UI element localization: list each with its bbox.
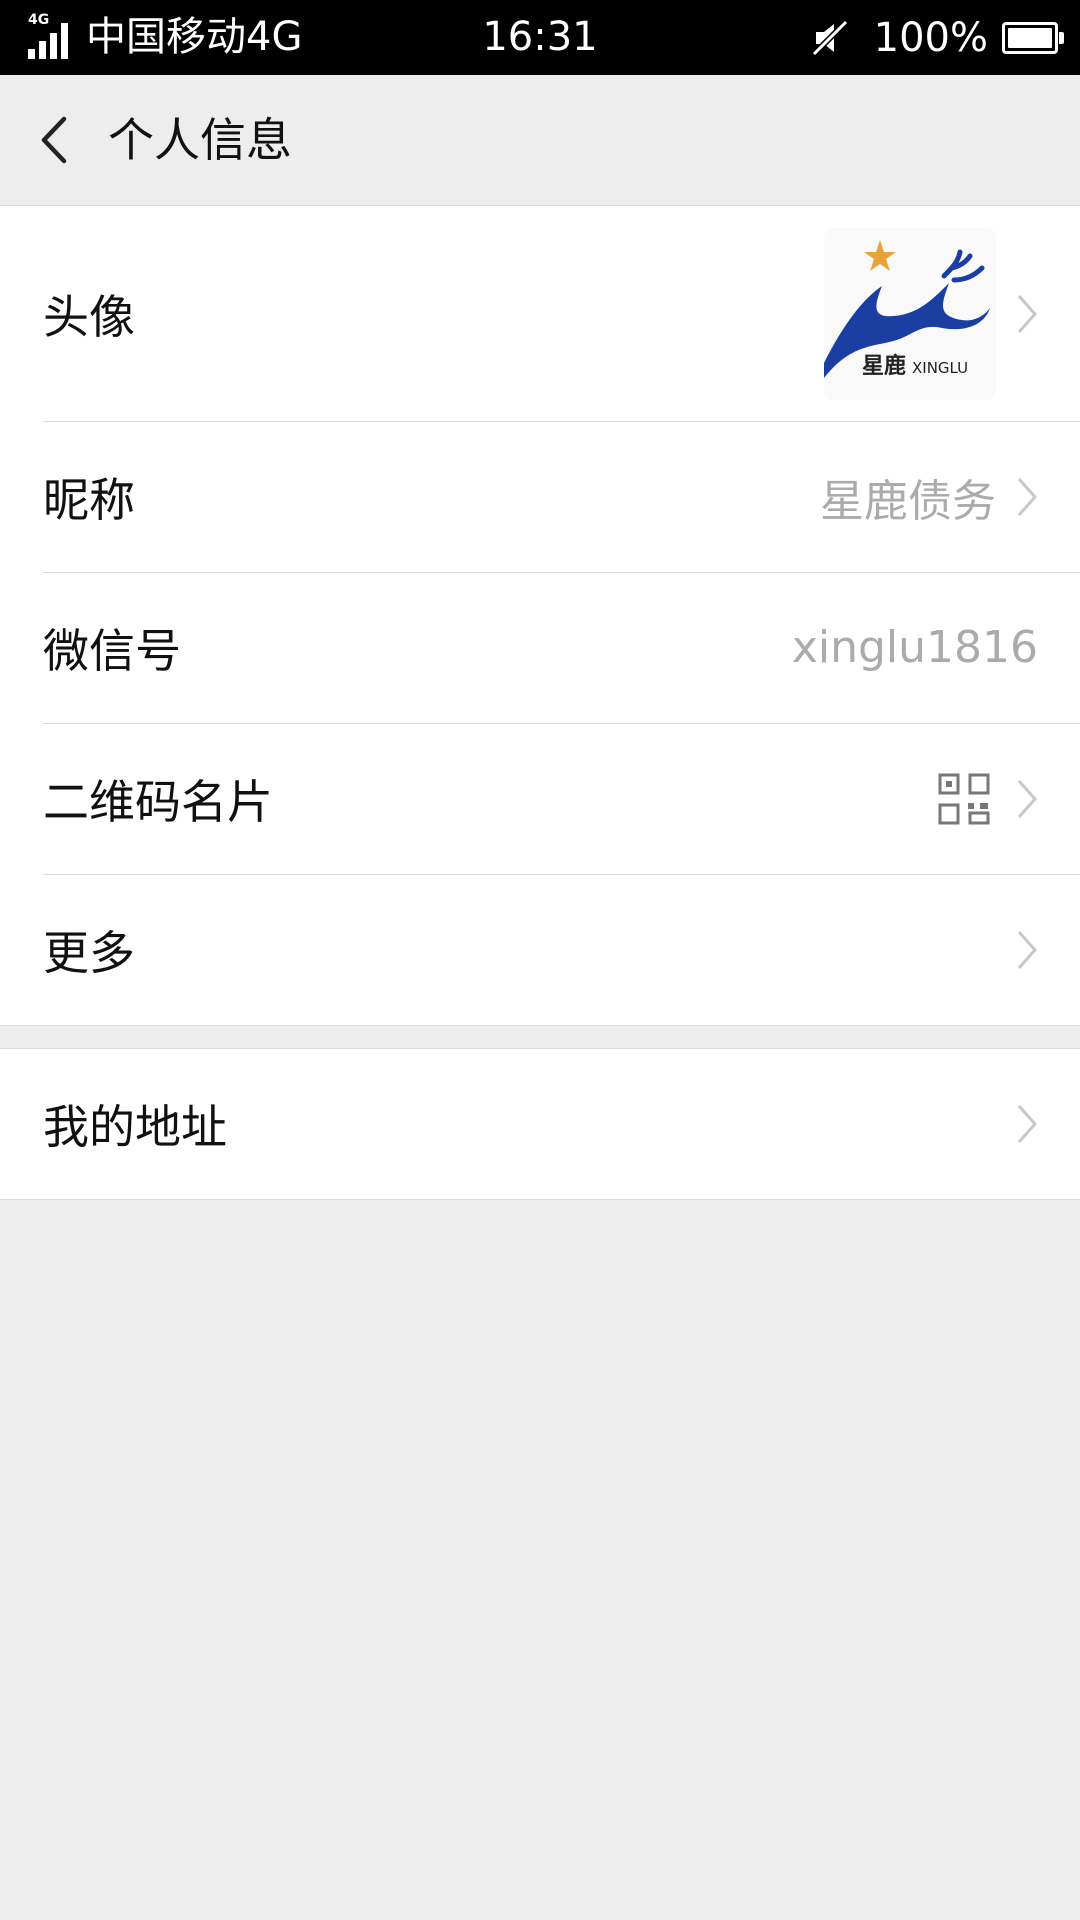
address-group: 我的地址 bbox=[0, 1048, 1080, 1200]
mute-icon bbox=[811, 19, 848, 56]
nickname-value: 星鹿债务 bbox=[820, 475, 996, 527]
chevron-right-icon bbox=[1017, 294, 1038, 333]
avatar[interactable]: 星鹿 XINGLU bbox=[824, 228, 996, 400]
nav-header: 个人信息 bbox=[0, 75, 1080, 206]
row-avatar-label: 头像 bbox=[43, 289, 135, 344]
chevron-right-icon bbox=[1017, 779, 1038, 818]
network-type: 4G bbox=[28, 11, 50, 28]
status-left: 4G 中国移动4G bbox=[28, 0, 302, 75]
wechat-id-value: xinglu1816 bbox=[791, 622, 1038, 673]
logo-text-cn: 星鹿 bbox=[862, 354, 907, 379]
row-address[interactable]: 我的地址 bbox=[0, 1049, 1080, 1199]
row-qr-code-label: 二维码名片 bbox=[43, 774, 273, 829]
back-arrow-icon[interactable] bbox=[36, 113, 72, 167]
row-qr-code[interactable]: 二维码名片 bbox=[0, 723, 1080, 874]
chevron-right-icon bbox=[1017, 477, 1038, 516]
row-more-label: 更多 bbox=[43, 925, 135, 980]
carrier-name: 中国移动4G bbox=[86, 14, 303, 60]
profile-info-group: 头像 星鹿 XINGLU 昵称 星鹿债务 微信号 xinglu1816 二维码名片 bbox=[0, 205, 1080, 1026]
row-wechat-id-label: 微信号 bbox=[43, 623, 181, 678]
chevron-right-icon bbox=[1017, 930, 1038, 969]
row-avatar[interactable]: 头像 星鹿 XINGLU bbox=[0, 206, 1080, 421]
row-nickname[interactable]: 昵称 星鹿债务 bbox=[0, 421, 1080, 572]
qr-code-icon bbox=[938, 773, 990, 824]
chevron-right-icon bbox=[1017, 1105, 1038, 1143]
row-more[interactable]: 更多 bbox=[0, 874, 1080, 1025]
logo-text-en: XINGLU bbox=[912, 359, 969, 377]
row-nickname-label: 昵称 bbox=[43, 472, 135, 527]
status-right: 100% bbox=[810, 0, 1064, 75]
page-title: 个人信息 bbox=[108, 113, 292, 167]
battery-percent: 100% bbox=[873, 14, 988, 61]
row-address-label: 我的地址 bbox=[43, 1100, 227, 1154]
signal-icon: 4G bbox=[28, 13, 78, 63]
battery-icon bbox=[1002, 21, 1064, 54]
logo-text: 星鹿 XINGLU bbox=[862, 348, 968, 380]
status-bar: 4G 中国移动4G 16:31 100% bbox=[0, 0, 1080, 75]
row-wechat-id: 微信号 xinglu1816 bbox=[0, 572, 1080, 723]
